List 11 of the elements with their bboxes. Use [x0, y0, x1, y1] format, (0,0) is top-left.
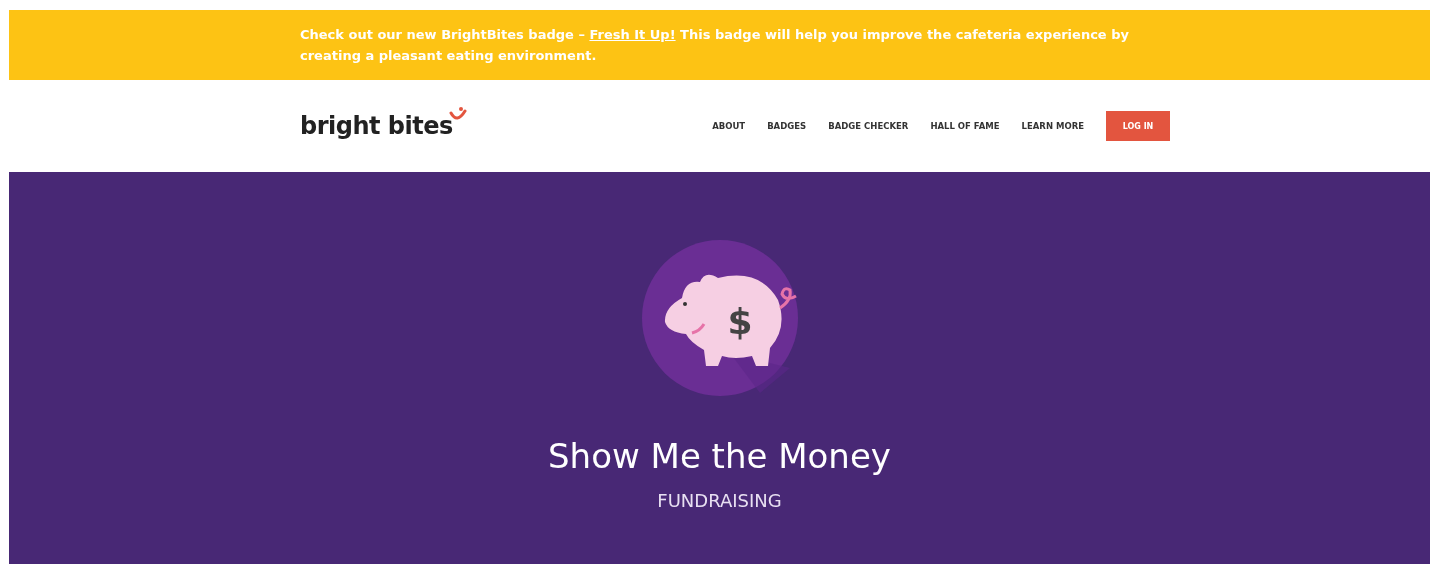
nav-link[interactable]: LEARN MORE	[1021, 121, 1084, 131]
nav-link[interactable]: ABOUT	[712, 121, 746, 131]
badge-category: FUNDRAISING	[657, 490, 782, 511]
announcement-text: Check out our new BrightBites badge – Fresh It Up! This badge will help you improve the cafeteria experience by creating a pleasant eating environment.	[300, 26, 1130, 65]
logo-text[interactable]: bright bites	[300, 112, 453, 140]
nav-link[interactable]: BADGES	[767, 121, 807, 131]
badge-title: Show Me the Money	[548, 436, 891, 476]
nav-link[interactable]: BADGE CHECKER	[828, 121, 909, 131]
nav-link[interactable]: HALL OF FAME	[930, 121, 1000, 131]
login-button[interactable]: LOG IN	[1106, 111, 1170, 141]
piggy-bank-icon: $	[639, 238, 800, 398]
